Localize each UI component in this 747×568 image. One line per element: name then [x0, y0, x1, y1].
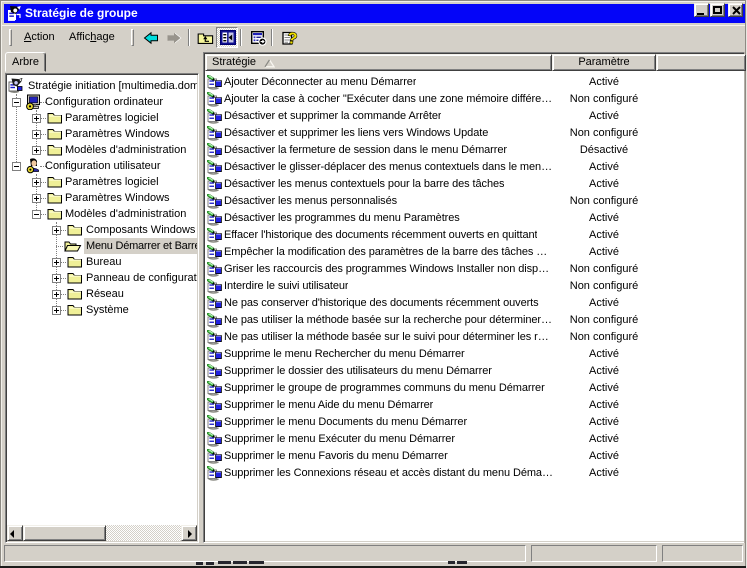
svg-text:?: ? [286, 30, 298, 46]
